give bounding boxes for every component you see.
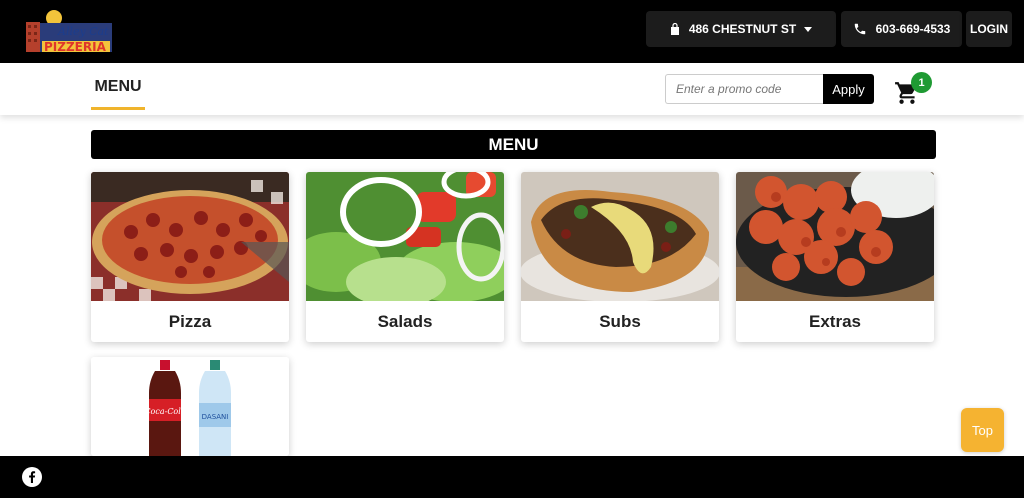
svg-text:Coca‑Cola: Coca‑Cola: [144, 407, 185, 416]
sub-image: [521, 172, 719, 301]
facebook-icon[interactable]: [22, 467, 42, 487]
svg-text:PIZZERIA: PIZZERIA: [44, 40, 107, 54]
apply-promo-button[interactable]: Apply: [823, 74, 874, 104]
category-card-extras[interactable]: Extras: [736, 172, 934, 342]
bag-icon: [670, 22, 680, 36]
login-button[interactable]: LOGIN: [966, 11, 1012, 47]
phone-number: 603-669-4533: [875, 22, 951, 36]
cart-count-badge: 1: [911, 72, 932, 93]
promo-code-input[interactable]: [665, 74, 824, 104]
category-card-drinks[interactable]: Coca‑Cola DASANI: [91, 357, 289, 456]
svg-text:DASANI: DASANI: [202, 413, 229, 421]
category-card-salads[interactable]: Salads: [306, 172, 504, 342]
phone-button[interactable]: 603-669-4533: [841, 11, 962, 47]
nav-bar: MENU Apply 1: [0, 63, 1024, 115]
location-label: 486 CHESTNUT ST: [688, 22, 797, 36]
caret-down-icon: [804, 26, 813, 32]
top-header: Alley Cat PIZZERIA 486 CHESTNUT ST 603-6…: [0, 0, 1024, 63]
category-label: Pizza: [168, 311, 212, 331]
category-label: Subs: [599, 311, 641, 331]
pizza-image: [91, 172, 289, 301]
active-tab-indicator: [91, 107, 145, 110]
category-card-pizza[interactable]: Pizza: [91, 172, 289, 342]
category-label: Extras: [809, 311, 861, 331]
phone-icon: [853, 22, 867, 36]
brand-logo[interactable]: Alley Cat PIZZERIA: [24, 10, 114, 56]
menu-banner: MENU: [91, 130, 936, 159]
salad-image: [306, 172, 504, 301]
scroll-to-top-button[interactable]: Top: [961, 408, 1004, 452]
extras-image: [736, 172, 934, 301]
drinks-image: Coca‑Cola DASANI: [91, 357, 289, 456]
svg-text:Alley Cat: Alley Cat: [57, 25, 109, 38]
footer: [0, 456, 1024, 498]
category-card-subs[interactable]: Subs: [521, 172, 719, 342]
tab-menu[interactable]: MENU: [91, 78, 145, 96]
category-label: Salads: [377, 311, 433, 331]
location-selector[interactable]: 486 CHESTNUT ST: [646, 11, 836, 47]
